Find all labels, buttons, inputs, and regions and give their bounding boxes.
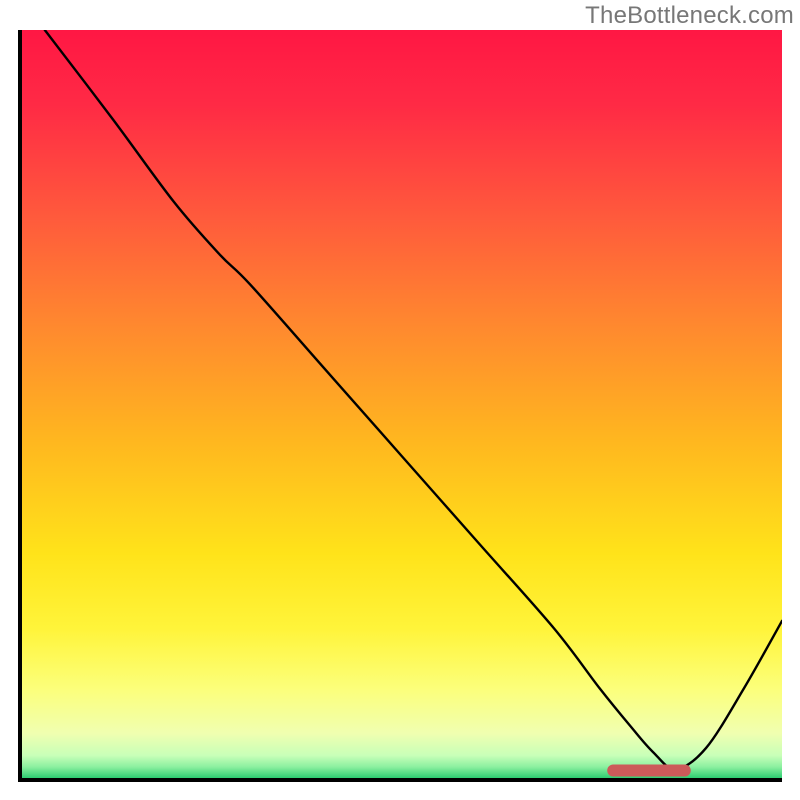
bottleneck-chart	[22, 30, 782, 778]
optimal-range-marker	[607, 765, 691, 777]
chart-stage: TheBottleneck.com	[0, 0, 800, 800]
chart-frame	[18, 30, 782, 782]
watermark-text: TheBottleneck.com	[585, 2, 794, 30]
gradient-background	[22, 30, 782, 778]
